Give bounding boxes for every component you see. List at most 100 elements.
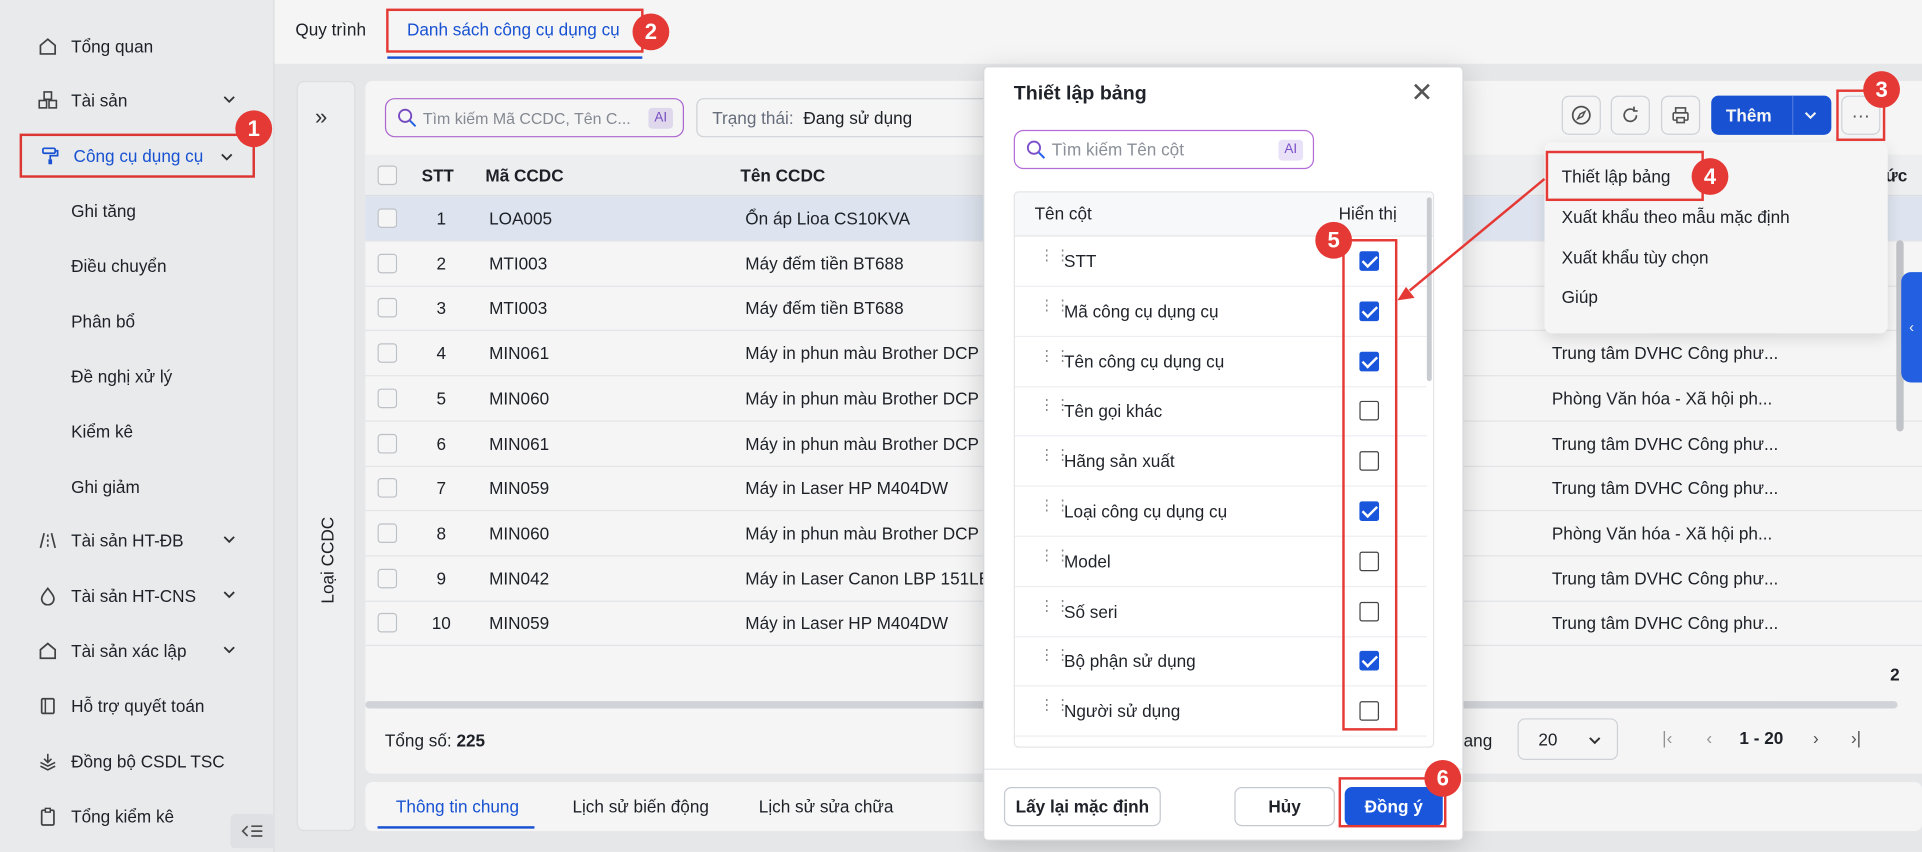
row-code: MIN061	[489, 433, 550, 453]
first-page-icon[interactable]: |‹	[1662, 728, 1672, 748]
row-checkbox[interactable]	[377, 286, 398, 330]
row-name: Máy in Laser Canon LBP 151LE	[745, 568, 985, 588]
menu-item-giup[interactable]: Giúp	[1562, 287, 1598, 307]
column-list-scrollbar[interactable]	[1426, 197, 1432, 382]
bottom-tab-indicator	[377, 826, 535, 829]
row-department: Trung tâm DVHC Công phư...	[1551, 478, 1779, 498]
menu-item-xuat-khau-mac-dinh[interactable]: Xuất khẩu theo mẫu mặc định	[1562, 207, 1790, 227]
chevron-down-icon[interactable]	[1802, 107, 1819, 124]
drag-handle-icon[interactable]: ⋮⋮	[1039, 348, 1070, 370]
chevron-down-icon	[223, 646, 235, 654]
column-setting-name: Model	[1063, 551, 1111, 571]
sidebar-item-overview[interactable]: Tổng quan	[20, 25, 255, 69]
select-all-checkbox[interactable]	[377, 154, 398, 194]
modal-title: Thiết lập bảng	[1013, 83, 1147, 105]
tab-lich-su-sua-chua[interactable]: Lịch sử sửa chữa	[759, 797, 894, 817]
sidebar-item-kiem-ke[interactable]: Kiểm kê	[20, 409, 255, 453]
row-checkbox[interactable]	[377, 376, 398, 420]
drag-handle-icon[interactable]: ⋮⋮	[1039, 248, 1070, 270]
compass-button[interactable]	[1561, 95, 1601, 135]
sidebar-item-quyet-toan[interactable]: Hỗ trợ quyết toán	[20, 684, 255, 728]
row-checkbox[interactable]	[377, 601, 398, 645]
last-page-icon[interactable]: ›|	[1851, 728, 1861, 748]
menu-item-xuat-khau-tuy-chon[interactable]: Xuất khẩu tùy chọn	[1562, 248, 1709, 268]
row-checkbox[interactable]	[377, 421, 398, 465]
drag-handle-icon[interactable]: ⋮⋮	[1039, 698, 1070, 720]
paint-roller-icon	[39, 145, 61, 167]
row-stt: 5	[436, 388, 447, 408]
tab-lich-su-bien-dong[interactable]: Lịch sử biến động	[572, 797, 708, 817]
header-ten-ccdc: Tên CCDC	[740, 164, 826, 185]
drag-handle-icon[interactable]: ⋮⋮	[1039, 448, 1070, 470]
row-checkbox[interactable]	[377, 331, 398, 375]
step-badge-5: 5	[1315, 221, 1353, 259]
sidebar-item-phan-bo[interactable]: Phân bổ	[20, 299, 255, 343]
sidebar-collapse-button[interactable]	[230, 813, 275, 849]
drag-handle-icon[interactable]: ⋮⋮	[1039, 548, 1070, 570]
reset-default-button[interactable]: Lấy lại mặc định	[1003, 786, 1161, 827]
ai-badge: AI	[648, 107, 673, 129]
sidebar-item-de-nghi-xu-ly[interactable]: Đề nghị xử lý	[20, 354, 255, 398]
drag-handle-icon[interactable]: ⋮⋮	[1039, 298, 1070, 320]
row-code: MIN060	[489, 523, 550, 543]
row-checkbox[interactable]	[377, 196, 398, 240]
row-department: Trung tâm DVHC Công phư...	[1551, 343, 1779, 363]
drag-handle-icon[interactable]: ⋮⋮	[1039, 498, 1070, 520]
sidebar-item-ghi-tang[interactable]: Ghi tăng	[20, 189, 255, 233]
sidebar-item-dieu-chuyen[interactable]: Điều chuyển	[20, 244, 255, 288]
tab-active-indicator	[387, 56, 643, 59]
highlight-box-2	[386, 8, 644, 53]
sidebar-item-xac-lap[interactable]: Tài sản xác lập	[20, 629, 255, 673]
sidebar-item-tong-kiem-ke[interactable]: Tổng kiểm kê	[20, 794, 255, 838]
sidebar-item-tools[interactable]: Công cụ dụng cụ	[19, 133, 255, 178]
sidebar-item-assets[interactable]: Tài sản	[20, 78, 255, 122]
step-badge-6: 6	[1424, 759, 1462, 797]
column-setting-name: Người sử dụng	[1063, 701, 1181, 722]
row-stt: 9	[436, 568, 447, 588]
side-panel-handle[interactable]: ‹	[1901, 272, 1922, 383]
row-checkbox[interactable]	[377, 241, 398, 285]
row-code: MIN059	[489, 478, 550, 498]
row-name: Máy in phun màu Brother DCP	[745, 523, 979, 543]
column-setting-name: Hãng sản xuất	[1063, 451, 1175, 471]
prev-page-icon[interactable]: ‹	[1706, 728, 1712, 748]
row-stt: 4	[436, 343, 447, 363]
close-icon[interactable]: ✕	[1406, 77, 1438, 109]
add-button-label: Thêm	[1725, 105, 1772, 126]
home-icon	[37, 640, 59, 662]
droplet-icon	[37, 585, 59, 607]
row-checkbox[interactable]	[377, 466, 398, 510]
drag-handle-icon[interactable]: ⋮⋮	[1039, 648, 1070, 670]
status-filter[interactable]: Trạng thái: Đang sử dụng	[696, 98, 1003, 138]
column-search-input[interactable]: Tìm kiếm Tên cột AI	[1013, 129, 1315, 170]
sidebar-item-ht-db[interactable]: Tài sản HT-ĐB	[20, 519, 255, 563]
page-size-select[interactable]: 20	[1517, 718, 1619, 760]
page-size-label: ang	[1463, 730, 1493, 751]
row-checkbox[interactable]	[377, 511, 398, 555]
refresh-button[interactable]	[1610, 95, 1650, 135]
print-button[interactable]	[1660, 95, 1701, 135]
drag-handle-icon[interactable]: ⋮⋮	[1039, 398, 1070, 420]
edge-text: 2	[1890, 664, 1900, 684]
cancel-button[interactable]: Hủy	[1234, 786, 1335, 827]
sidebar-item-dong-bo[interactable]: Đồng bộ CSDL TSC	[20, 739, 255, 783]
sidebar-item-ghi-giam[interactable]: Ghi giảm	[20, 465, 255, 509]
drag-handle-icon[interactable]: ⋮⋮	[1039, 598, 1070, 620]
column-setting-name: Số seri	[1063, 601, 1118, 621]
row-stt: 1	[436, 208, 447, 228]
tab-quy-trinh[interactable]: Quy trình	[295, 20, 366, 40]
expand-icon[interactable]: »	[315, 104, 327, 130]
highlight-box-4	[1545, 150, 1704, 202]
search-input[interactable]: Tìm kiếm Mã CCDC, Tên C... AI	[384, 98, 684, 138]
total-value: 225	[456, 730, 486, 751]
tab-thong-tin-chung[interactable]: Thông tin chung	[396, 797, 519, 817]
ai-search-icon	[1026, 140, 1046, 159]
cubes-icon	[37, 89, 59, 111]
next-page-icon[interactable]: ›	[1813, 728, 1819, 748]
sidebar-item-ht-cns[interactable]: Tài sản HT-CNS	[20, 574, 255, 618]
sidebar-item-label: Tổng kiểm kê	[71, 806, 175, 827]
sidebar-item-label: Đề nghị xử lý	[71, 366, 173, 387]
row-stt: 3	[436, 298, 447, 318]
add-button[interactable]: Thêm	[1711, 95, 1832, 135]
row-checkbox[interactable]	[377, 556, 398, 600]
